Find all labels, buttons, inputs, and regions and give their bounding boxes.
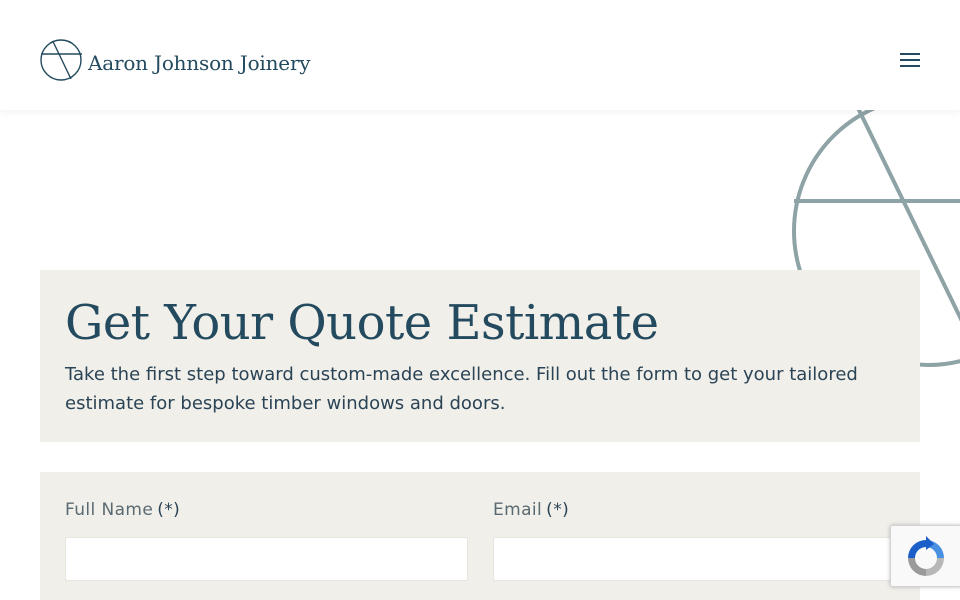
recaptcha-icon [908,536,944,576]
email-label: Email (*) [493,500,569,520]
required-marker: (*) [546,500,570,520]
full-name-label: Full Name (*) [65,500,180,520]
required-marker: (*) [157,500,181,520]
quote-intro-panel: Get Your Quote Estimate Take the first s… [40,270,920,442]
site-header: Aaron Johnson Joinery [0,0,960,110]
intro-description: Take the first step toward custom-made e… [65,364,858,414]
full-name-input[interactable] [65,537,468,581]
menu-button[interactable] [894,46,926,74]
brand-logo-link[interactable]: Aaron Johnson Joinery [40,39,311,81]
full-name-label-text: Full Name [65,500,154,520]
page-title: Get Your Quote Estimate [65,295,659,351]
email-input[interactable] [493,537,896,581]
brand-name: Aaron Johnson Joinery [88,51,311,75]
hamburger-menu-icon [900,53,920,67]
circle-slash-logo-icon [40,39,82,81]
recaptcha-badge[interactable] [890,525,960,587]
quote-form: Full Name (*) Email (*) [40,472,920,600]
email-label-text: Email [493,500,543,520]
